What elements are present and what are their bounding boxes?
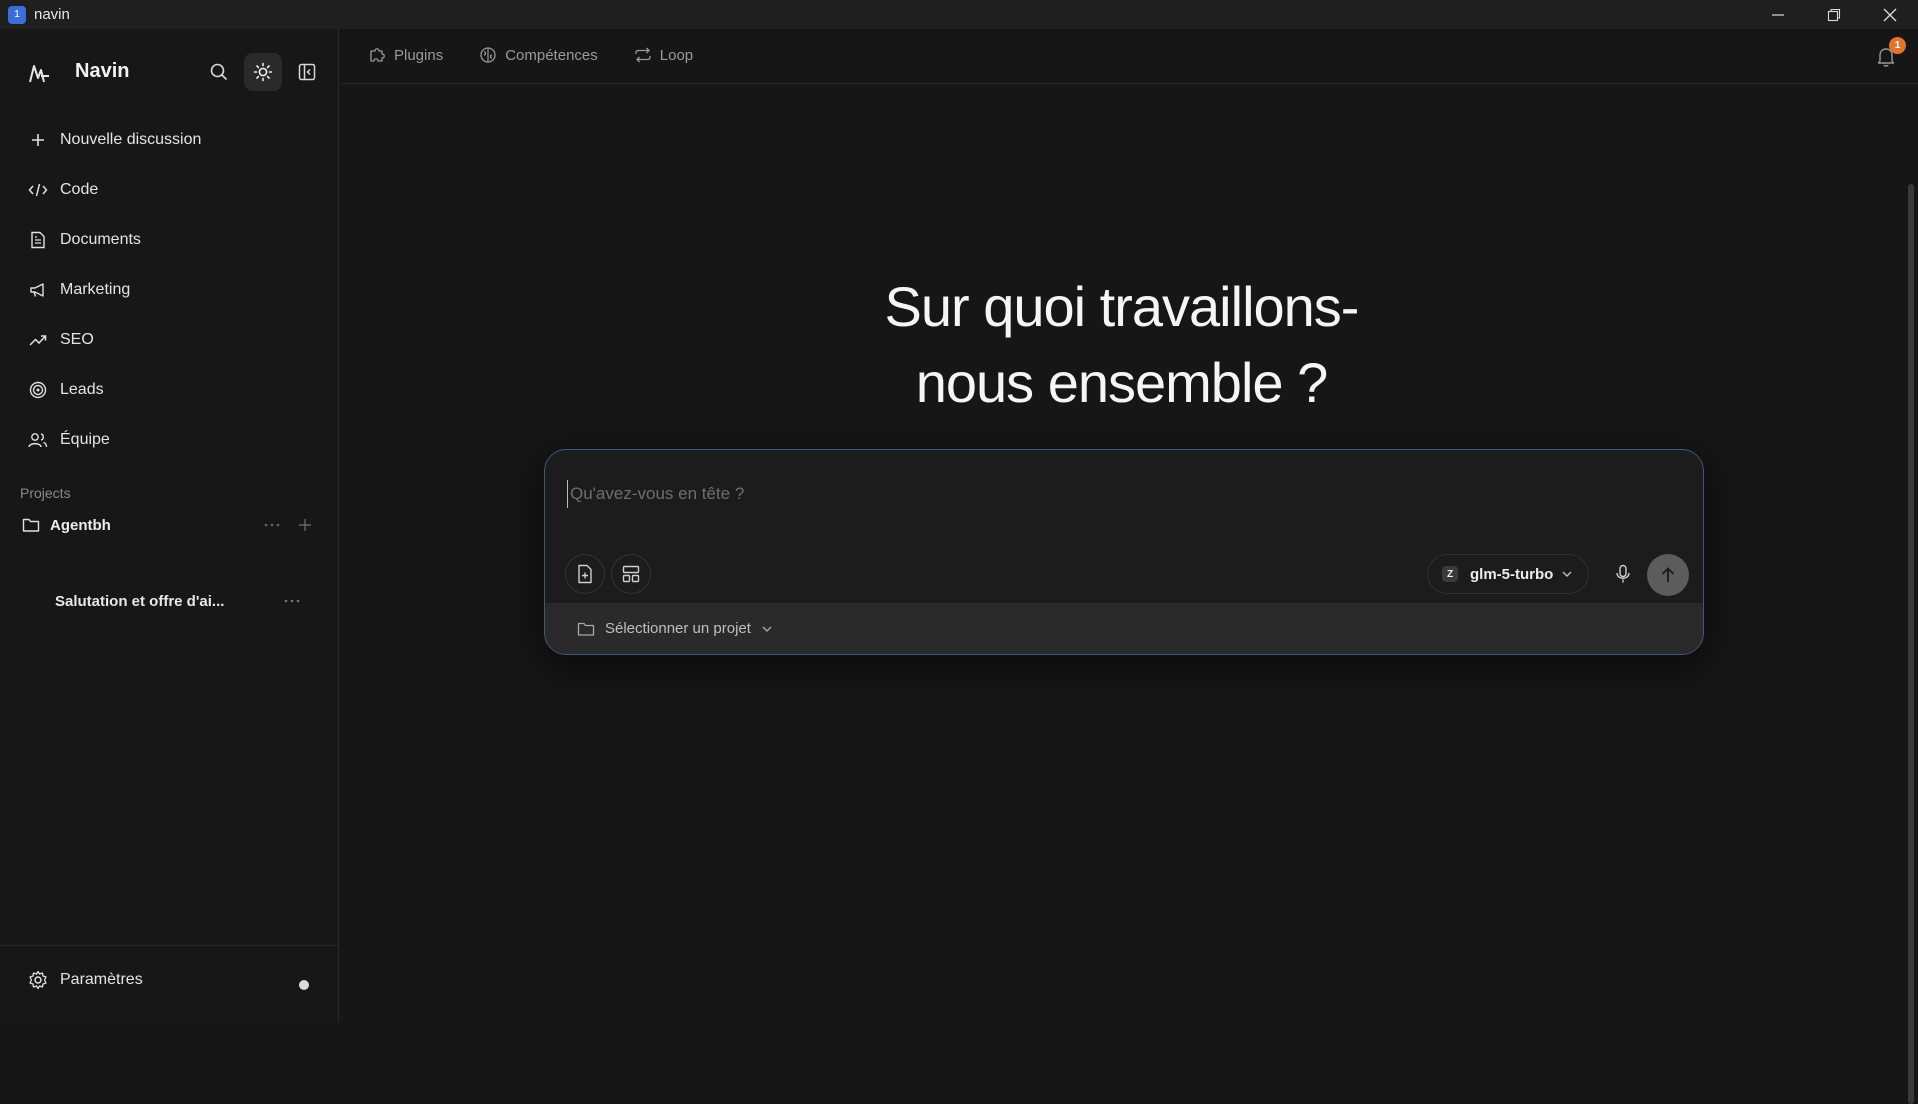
sidebar-footer: Paramètres: [0, 945, 339, 1022]
chat-more-button[interactable]: [284, 587, 300, 615]
sidebar: Navin Nouvelle discussion Code Documents…: [0, 29, 339, 1022]
settings-button[interactable]: Paramètres: [28, 970, 143, 990]
trending-up-icon: [28, 330, 48, 350]
window-titlebar: 1 navin: [0, 0, 1918, 29]
app-icon-glyph: 1: [14, 9, 20, 20]
model-selector[interactable]: Z glm-5-turbo: [1427, 554, 1589, 594]
minimize-icon: [1772, 13, 1784, 16]
tab-label-loop: Loop: [659, 46, 694, 64]
sun-icon: [253, 62, 273, 82]
tab-loop[interactable]: Loop: [634, 46, 693, 64]
file-add-icon: [578, 564, 592, 584]
minimize-button[interactable]: [1750, 0, 1806, 29]
megaphone-icon: [28, 280, 48, 300]
target-icon: [28, 380, 48, 400]
microphone-icon: [1616, 564, 1630, 583]
main-scrollbar[interactable]: [1908, 184, 1914, 1104]
puzzle-icon: [370, 48, 385, 62]
sidebar-item-marketing[interactable]: Marketing: [16, 265, 324, 315]
main-content: Sur quoi travaillons- nous ensemble ? Z …: [340, 84, 1918, 1104]
arrow-up-icon: [1661, 567, 1675, 582]
prompt-composer: Z glm-5-turbo Sélectionner un projet: [544, 449, 1704, 655]
composer-tools: [565, 554, 651, 594]
gear-icon: [29, 970, 47, 990]
search-icon: [210, 63, 228, 81]
chevron-down-icon: [1562, 571, 1572, 577]
project-item-agentbh[interactable]: Agentbh: [22, 511, 312, 539]
window-controls: [1750, 0, 1918, 29]
navin-logo-icon: [29, 65, 49, 83]
nav-label-team: Équipe: [60, 431, 110, 448]
tab-plugins[interactable]: Plugins: [368, 46, 443, 64]
plus-icon: [28, 130, 48, 150]
more-options-icon: [284, 599, 300, 603]
tab-label-plugins: Plugins: [394, 46, 444, 64]
nav-label-new-chat: Nouvelle discussion: [60, 131, 202, 148]
settings-label: Paramètres: [60, 971, 143, 988]
hero-heading: Sur quoi travaillons- nous ensemble ?: [340, 269, 1903, 421]
sidebar-item-code[interactable]: Code: [16, 165, 324, 215]
window-title: navin: [34, 6, 70, 23]
hero-line-2: nous ensemble ?: [915, 351, 1329, 414]
sidebar-panel-icon: [298, 63, 316, 81]
project-selector[interactable]: Sélectionner un projet: [545, 603, 1703, 654]
restore-icon: [1827, 8, 1841, 21]
nav-label-leads: Leads: [60, 381, 104, 398]
sidebar-item-team[interactable]: Équipe: [16, 415, 324, 465]
sidebar-item-seo[interactable]: SEO: [16, 315, 324, 365]
model-name: glm-5-turbo: [1470, 565, 1554, 583]
tab-skills[interactable]: Compétences: [479, 46, 598, 64]
close-icon: [1883, 8, 1897, 21]
model-provider-icon: Z: [1442, 566, 1458, 582]
restore-button[interactable]: [1806, 0, 1862, 29]
brain-icon: [480, 47, 496, 63]
users-icon: [28, 430, 48, 450]
repeat-icon: [635, 47, 651, 63]
collapse-sidebar-button[interactable]: [288, 53, 326, 91]
project-name: Agentbh: [50, 516, 111, 534]
sidebar-item-documents[interactable]: Documents: [16, 215, 324, 265]
notifications-button[interactable]: 1: [1872, 37, 1906, 71]
theme-toggle-button[interactable]: [244, 53, 282, 91]
nav-label-code: Code: [60, 181, 99, 198]
top-navigation: Plugins Compétences Loop 1: [340, 29, 1918, 84]
project-selector-label: Sélectionner un projet: [605, 620, 751, 637]
new-chat-button[interactable]: Nouvelle discussion: [16, 115, 324, 165]
notification-badge: 1: [1889, 37, 1906, 54]
brand-row: Navin: [0, 29, 339, 117]
hero-line-1: Sur quoi travaillons-: [884, 275, 1360, 338]
chat-item[interactable]: Salutation et offre d'ai...: [55, 587, 310, 615]
layout-icon: [622, 565, 640, 583]
folder-icon: [22, 518, 40, 532]
app-icon: 1: [8, 5, 26, 24]
chevron-down-icon: [762, 626, 772, 632]
close-window-button[interactable]: [1862, 0, 1918, 29]
status-dot: [299, 980, 309, 990]
tab-label-skills: Compétences: [505, 46, 598, 64]
top-tabs: Plugins Compétences Loop: [368, 46, 693, 64]
projects-section-label: Projects: [20, 485, 71, 501]
search-button[interactable]: [200, 53, 238, 91]
microphone-button[interactable]: [1603, 554, 1643, 594]
document-icon: [28, 230, 48, 250]
prompt-input[interactable]: [567, 480, 1567, 508]
attach-file-button[interactable]: [565, 554, 605, 594]
sidebar-nav: Nouvelle discussion Code Documents Marke…: [16, 115, 324, 465]
nav-label-seo: SEO: [60, 331, 94, 348]
brand-tools: [200, 53, 326, 91]
send-button[interactable]: [1647, 554, 1689, 596]
project-row-tools: [264, 511, 312, 539]
add-chat-icon[interactable]: [298, 518, 312, 532]
chat-title: Salutation et offre d'ai...: [55, 592, 225, 610]
nav-label-marketing: Marketing: [60, 281, 131, 298]
more-options-icon[interactable]: [264, 522, 280, 528]
templates-button[interactable]: [611, 554, 651, 594]
folder-icon: [577, 622, 595, 636]
code-icon: [28, 180, 48, 200]
sidebar-item-leads[interactable]: Leads: [16, 365, 324, 415]
brand-name: Navin: [75, 60, 130, 82]
nav-label-documents: Documents: [60, 231, 141, 248]
